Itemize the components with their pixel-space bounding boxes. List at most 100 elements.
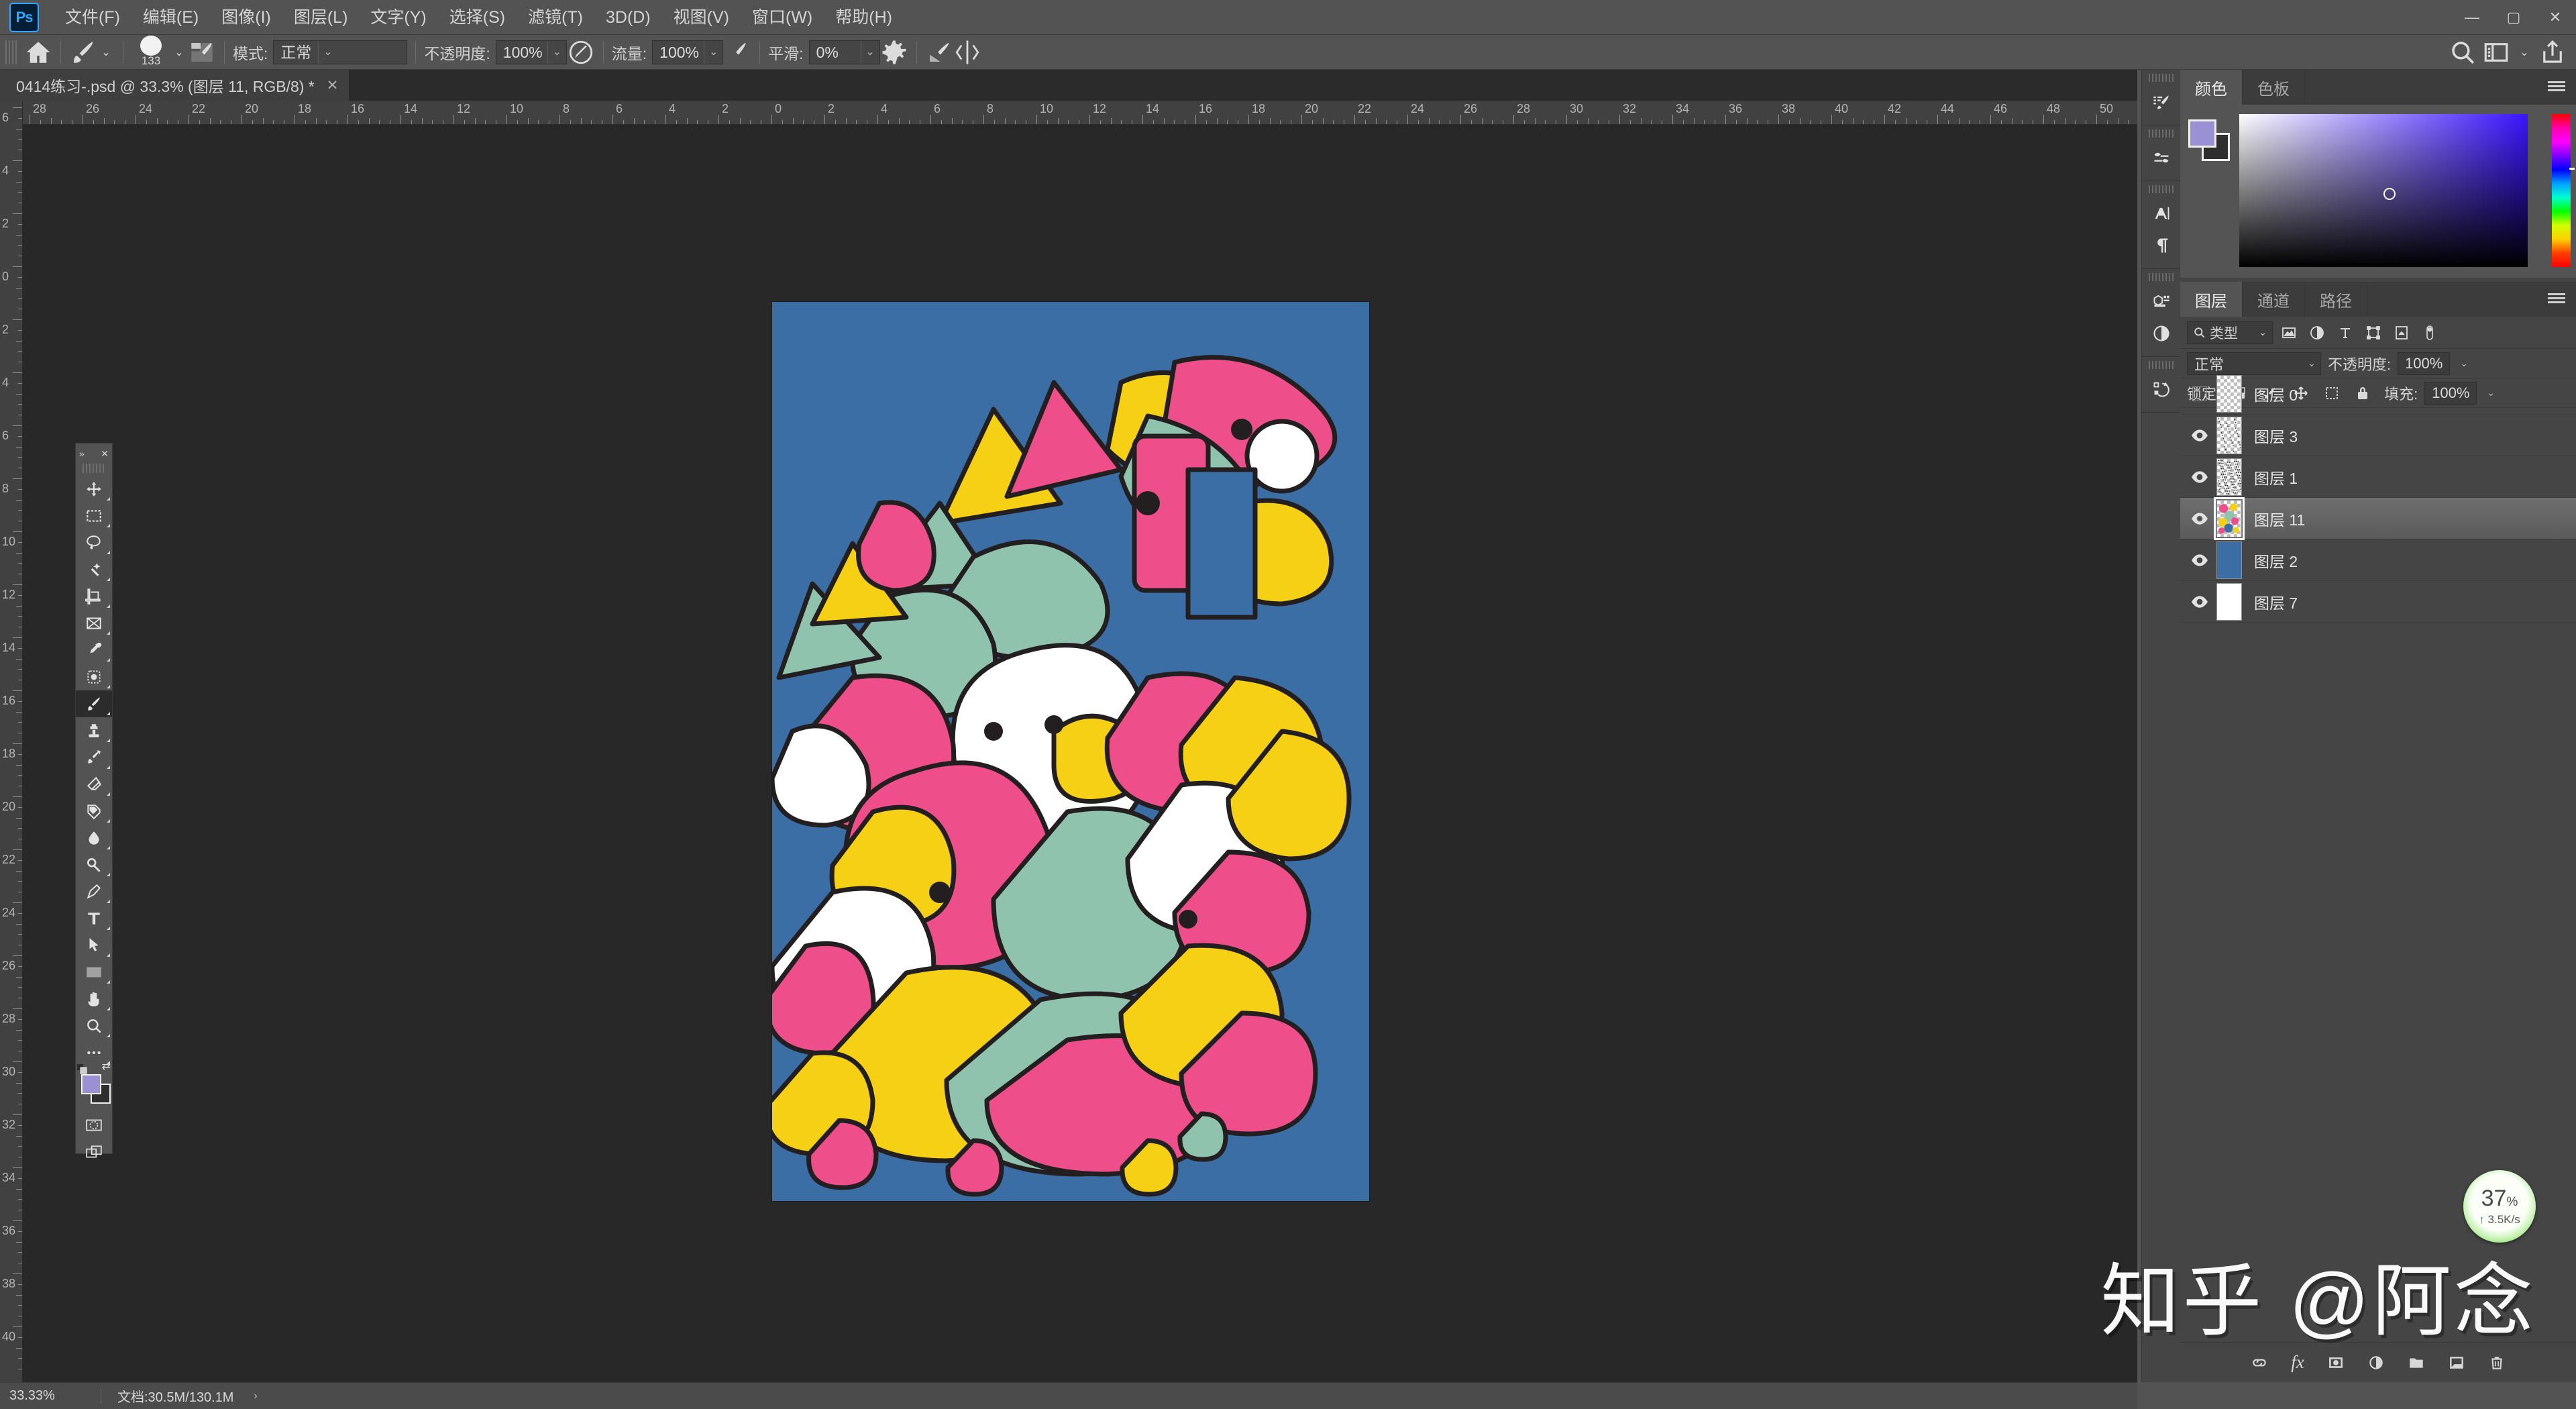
- pressure-opacity-icon[interactable]: [567, 38, 595, 66]
- chevron-down-icon[interactable]: ⌄: [2457, 358, 2471, 369]
- new-adjustment-layer-icon[interactable]: [2367, 1354, 2385, 1371]
- path-selection-tool[interactable]: [76, 932, 112, 959]
- layer-thumbnail[interactable]: [2216, 374, 2242, 413]
- horizontal-ruler[interactable]: 28 26 24 22 20 18 16 14 12 10 8 6 4 2 0 2 4 6 8 10 12 14 16 18 2…: [23, 101, 2137, 125]
- history-panel-icon[interactable]: [2142, 373, 2181, 405]
- close-icon[interactable]: ✕: [101, 448, 109, 460]
- layer-visibility-eye-icon[interactable]: [2183, 415, 2216, 456]
- quick-selection-tool[interactable]: [76, 556, 112, 583]
- frame-tool[interactable]: [76, 610, 112, 637]
- crop-tool[interactable]: [76, 583, 112, 610]
- layer-row[interactable]: 图层 7: [2180, 581, 2576, 623]
- layer-row[interactable]: 图层 0: [2180, 373, 2576, 415]
- hue-strip[interactable]: [2552, 114, 2571, 267]
- tab-layers[interactable]: 图层: [2180, 282, 2243, 317]
- dodge-tool[interactable]: [76, 851, 112, 878]
- move-tool[interactable]: [76, 476, 112, 503]
- layer-blend-mode-select[interactable]: 正常 ⌄: [2187, 352, 2321, 375]
- foreground-color-swatch[interactable]: [2188, 119, 2216, 148]
- character-panel-icon[interactable]: [2142, 197, 2181, 229]
- layer-visibility-eye-icon[interactable]: [2183, 581, 2216, 623]
- brush-preset-chevron-icon[interactable]: ⌄: [97, 38, 115, 66]
- menu-layer[interactable]: 图层(L): [282, 0, 360, 35]
- color-picker-cursor[interactable]: [2383, 188, 2396, 200]
- gradient-tool[interactable]: [76, 798, 112, 825]
- vertical-ruler[interactable]: 6 4 2 0 2 4 6 8 10 12 14 16 18 20 22 24 26 28 30 32 34 36 38 40: [0, 101, 23, 1382]
- add-layer-mask-icon[interactable]: [2327, 1354, 2345, 1371]
- brush-size-chevron-icon[interactable]: ⌄: [170, 38, 188, 66]
- panel-menu-icon[interactable]: [2537, 70, 2576, 105]
- menu-file[interactable]: 文件(F): [54, 0, 131, 35]
- type-tool[interactable]: [76, 905, 112, 932]
- blend-mode-select[interactable]: 正常 ⌄: [273, 40, 408, 64]
- collapse-icon[interactable]: »: [79, 448, 85, 459]
- menu-image[interactable]: 图像(I): [210, 0, 282, 35]
- rail-grip[interactable]: [2149, 361, 2174, 369]
- layer-filter-kind-select[interactable]: 类型 ⌄: [2187, 321, 2273, 344]
- brush-settings-icon[interactable]: [188, 38, 216, 66]
- color-panel-swatches[interactable]: [2188, 119, 2230, 161]
- filter-toggle-switch[interactable]: [2418, 321, 2442, 344]
- workspace-icon[interactable]: [2482, 38, 2510, 66]
- paragraph-panel-icon[interactable]: [2142, 229, 2181, 262]
- layer-row[interactable]: 图层 2: [2180, 539, 2576, 581]
- share-icon[interactable]: [2538, 38, 2567, 66]
- canvas-area[interactable]: [23, 125, 2137, 1382]
- brush-settings-icon[interactable]: [2142, 142, 2181, 174]
- new-group-icon[interactable]: [2408, 1354, 2425, 1371]
- filter-pixel-icon[interactable]: [2277, 321, 2301, 344]
- tab-channels[interactable]: 通道: [2243, 282, 2305, 317]
- layer-row[interactable]: 图层 11: [2180, 497, 2576, 540]
- layer-thumbnail[interactable]: [2214, 497, 2245, 540]
- healing-brush-tool[interactable]: [76, 664, 112, 690]
- color-picker-field[interactable]: [2239, 114, 2528, 267]
- chevron-down-icon[interactable]: ⌄: [2516, 38, 2533, 66]
- layer-visibility-eye-icon[interactable]: [2183, 539, 2216, 581]
- opacity-input[interactable]: 100% ⌄: [495, 40, 567, 64]
- home-icon[interactable]: [24, 38, 52, 66]
- menu-edit[interactable]: 编辑(E): [131, 0, 210, 35]
- brush-icon[interactable]: [69, 38, 97, 66]
- menu-type[interactable]: 文字(Y): [359, 0, 437, 35]
- menu-help[interactable]: 帮助(H): [824, 0, 904, 35]
- filter-smart-object-icon[interactable]: [2390, 321, 2414, 344]
- menu-filter[interactable]: 滤镜(T): [517, 0, 594, 35]
- foreground-color-swatch[interactable]: [81, 1074, 101, 1094]
- zoom-level[interactable]: 33.33%: [0, 1388, 101, 1404]
- flow-input[interactable]: 100% ⌄: [652, 40, 724, 64]
- layer-row[interactable]: 图层 3: [2180, 415, 2576, 456]
- status-expand-icon[interactable]: ›: [254, 1390, 257, 1402]
- brush-presets-icon[interactable]: [2142, 86, 2181, 118]
- marquee-tool[interactable]: [76, 503, 112, 529]
- layer-thumbnail[interactable]: [2216, 458, 2242, 496]
- smoothing-input[interactable]: 0% ⌄: [808, 40, 880, 64]
- rail-grip[interactable]: [2149, 273, 2174, 281]
- close-button[interactable]: ✕: [2534, 0, 2576, 35]
- new-layer-icon[interactable]: [2448, 1354, 2465, 1371]
- menu-3d[interactable]: 3D(D): [594, 0, 662, 35]
- gear-icon[interactable]: [880, 38, 908, 66]
- tab-color[interactable]: 颜色: [2180, 70, 2243, 105]
- 3d-panel-icon[interactable]: [2142, 285, 2181, 317]
- adjustments-panel-icon[interactable]: [2142, 317, 2181, 350]
- menu-view[interactable]: 视图(V): [662, 0, 741, 35]
- swap-colors-icon[interactable]: ⇄: [102, 1059, 111, 1073]
- clone-stamp-tool[interactable]: [76, 717, 112, 744]
- filter-shape-icon[interactable]: [2361, 321, 2385, 344]
- rectangle-tool[interactable]: [76, 959, 112, 986]
- options-bar-grip[interactable]: [5, 40, 19, 64]
- brush-tool[interactable]: [76, 690, 112, 717]
- lasso-tool[interactable]: [76, 529, 112, 556]
- delete-layer-icon[interactable]: [2488, 1354, 2506, 1371]
- eyedropper-tool[interactable]: [76, 637, 112, 664]
- rail-grip[interactable]: [2149, 185, 2174, 193]
- menu-window[interactable]: 窗口(W): [741, 0, 824, 35]
- default-colors-icon[interactable]: [77, 1061, 88, 1074]
- layer-thumbnail[interactable]: [2216, 582, 2242, 621]
- close-icon[interactable]: ✕: [327, 77, 339, 94]
- zoom-tool[interactable]: [76, 1012, 112, 1039]
- panel-menu-icon[interactable]: [2537, 282, 2576, 317]
- layer-visibility-eye-icon[interactable]: [2183, 498, 2216, 539]
- hand-tool[interactable]: [76, 986, 112, 1012]
- layer-row[interactable]: 图层 1: [2180, 456, 2576, 498]
